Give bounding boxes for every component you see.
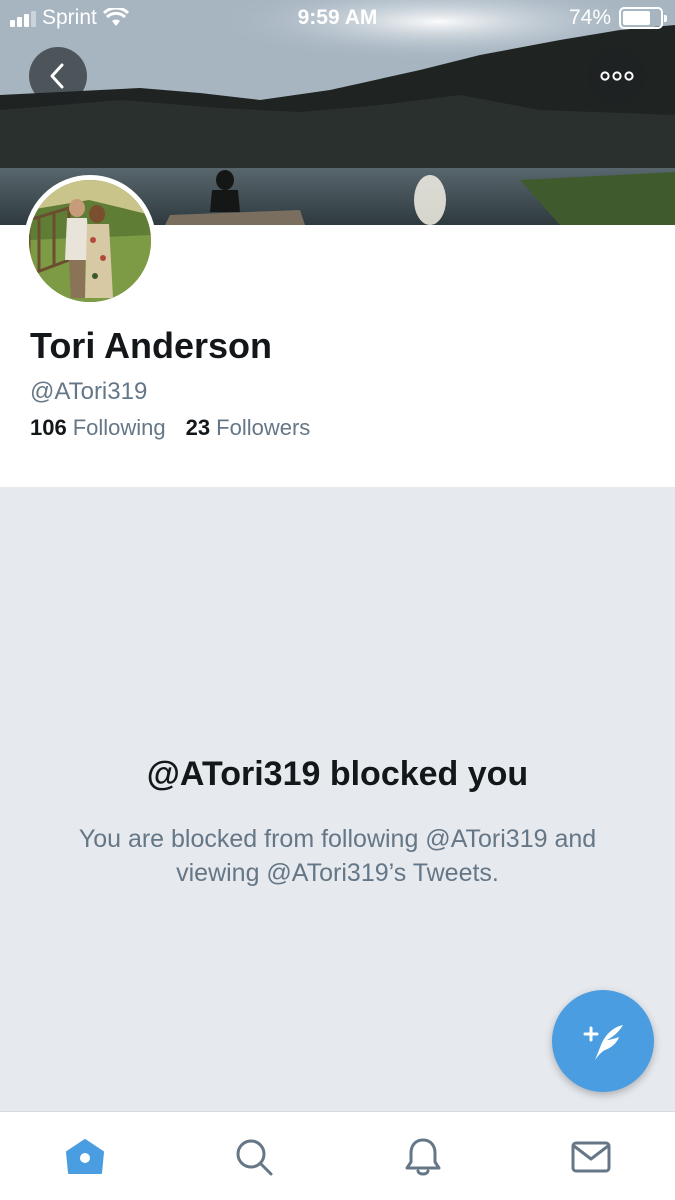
following-label: Following [72, 415, 166, 440]
avatar-photo [29, 180, 151, 302]
followers-label: Followers [216, 415, 311, 440]
home-icon [66, 1138, 104, 1174]
status-bar: Sprint 9:59 AM 74% [0, 0, 675, 38]
back-button[interactable] [29, 47, 87, 105]
tab-notifications[interactable] [383, 1112, 463, 1200]
followers-count: 23 [185, 415, 211, 440]
followers-link[interactable]: 23 Followers [186, 415, 311, 441]
chevron-left-icon [50, 63, 64, 89]
profile-name: Tori Anderson [30, 325, 272, 366]
follow-counts: 106 Following 23 Followers [30, 415, 310, 441]
tab-bar [0, 1111, 675, 1200]
mail-icon [571, 1141, 611, 1172]
bell-icon [405, 1138, 441, 1175]
more-options-button[interactable] [588, 47, 646, 105]
following-link[interactable]: 106 Following [30, 415, 166, 441]
tab-home[interactable] [45, 1112, 125, 1200]
compose-tweet-button[interactable] [552, 990, 654, 1092]
profile-avatar[interactable] [24, 175, 156, 307]
ellipsis-icon [600, 71, 634, 81]
blocked-message: You are blocked from following @ATori319… [78, 825, 597, 887]
tab-messages[interactable] [551, 1112, 631, 1200]
profile-handle: @ATori319 [30, 378, 148, 405]
status-right: 74% [568, 6, 667, 30]
search-icon [236, 1139, 273, 1175]
battery-percent: 74% [568, 6, 611, 29]
battery-icon [619, 7, 667, 29]
compose-tweet-icon [583, 1025, 623, 1060]
blocked-title: @ATori319 blocked you [146, 755, 529, 793]
following-count: 106 [30, 415, 67, 440]
battery-level [623, 11, 650, 25]
tab-search[interactable] [214, 1112, 294, 1200]
